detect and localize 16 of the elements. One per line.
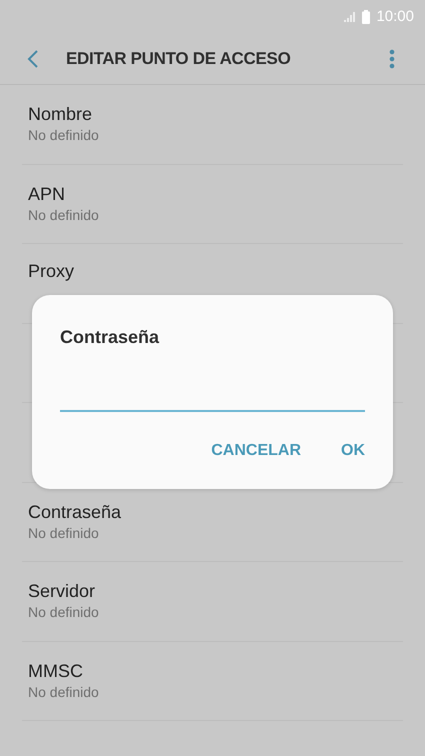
setting-label[interactable]: Servidor <box>28 580 403 602</box>
dialog-title: Contraseña <box>60 327 160 348</box>
more-options-icon[interactable] <box>389 48 395 68</box>
setting-label[interactable]: APN <box>28 182 403 205</box>
back-icon[interactable] <box>27 48 39 68</box>
setting-value: No definido <box>28 126 100 146</box>
battery-icon <box>362 10 370 24</box>
setting-value: No definido <box>28 206 100 225</box>
setting-label[interactable]: MMSC <box>28 660 403 682</box>
setting-value: No definido <box>28 603 100 622</box>
setting-value: No definido <box>28 524 100 543</box>
setting-label[interactable]: Proxy <box>28 260 403 282</box>
setting-value: No definido <box>28 682 100 702</box>
setting-label[interactable]: Contraseña <box>28 500 403 523</box>
setting-label[interactable]: Nombre <box>28 103 403 126</box>
screen-title: EDITAR PUNTO DE ACCESO <box>66 48 292 68</box>
